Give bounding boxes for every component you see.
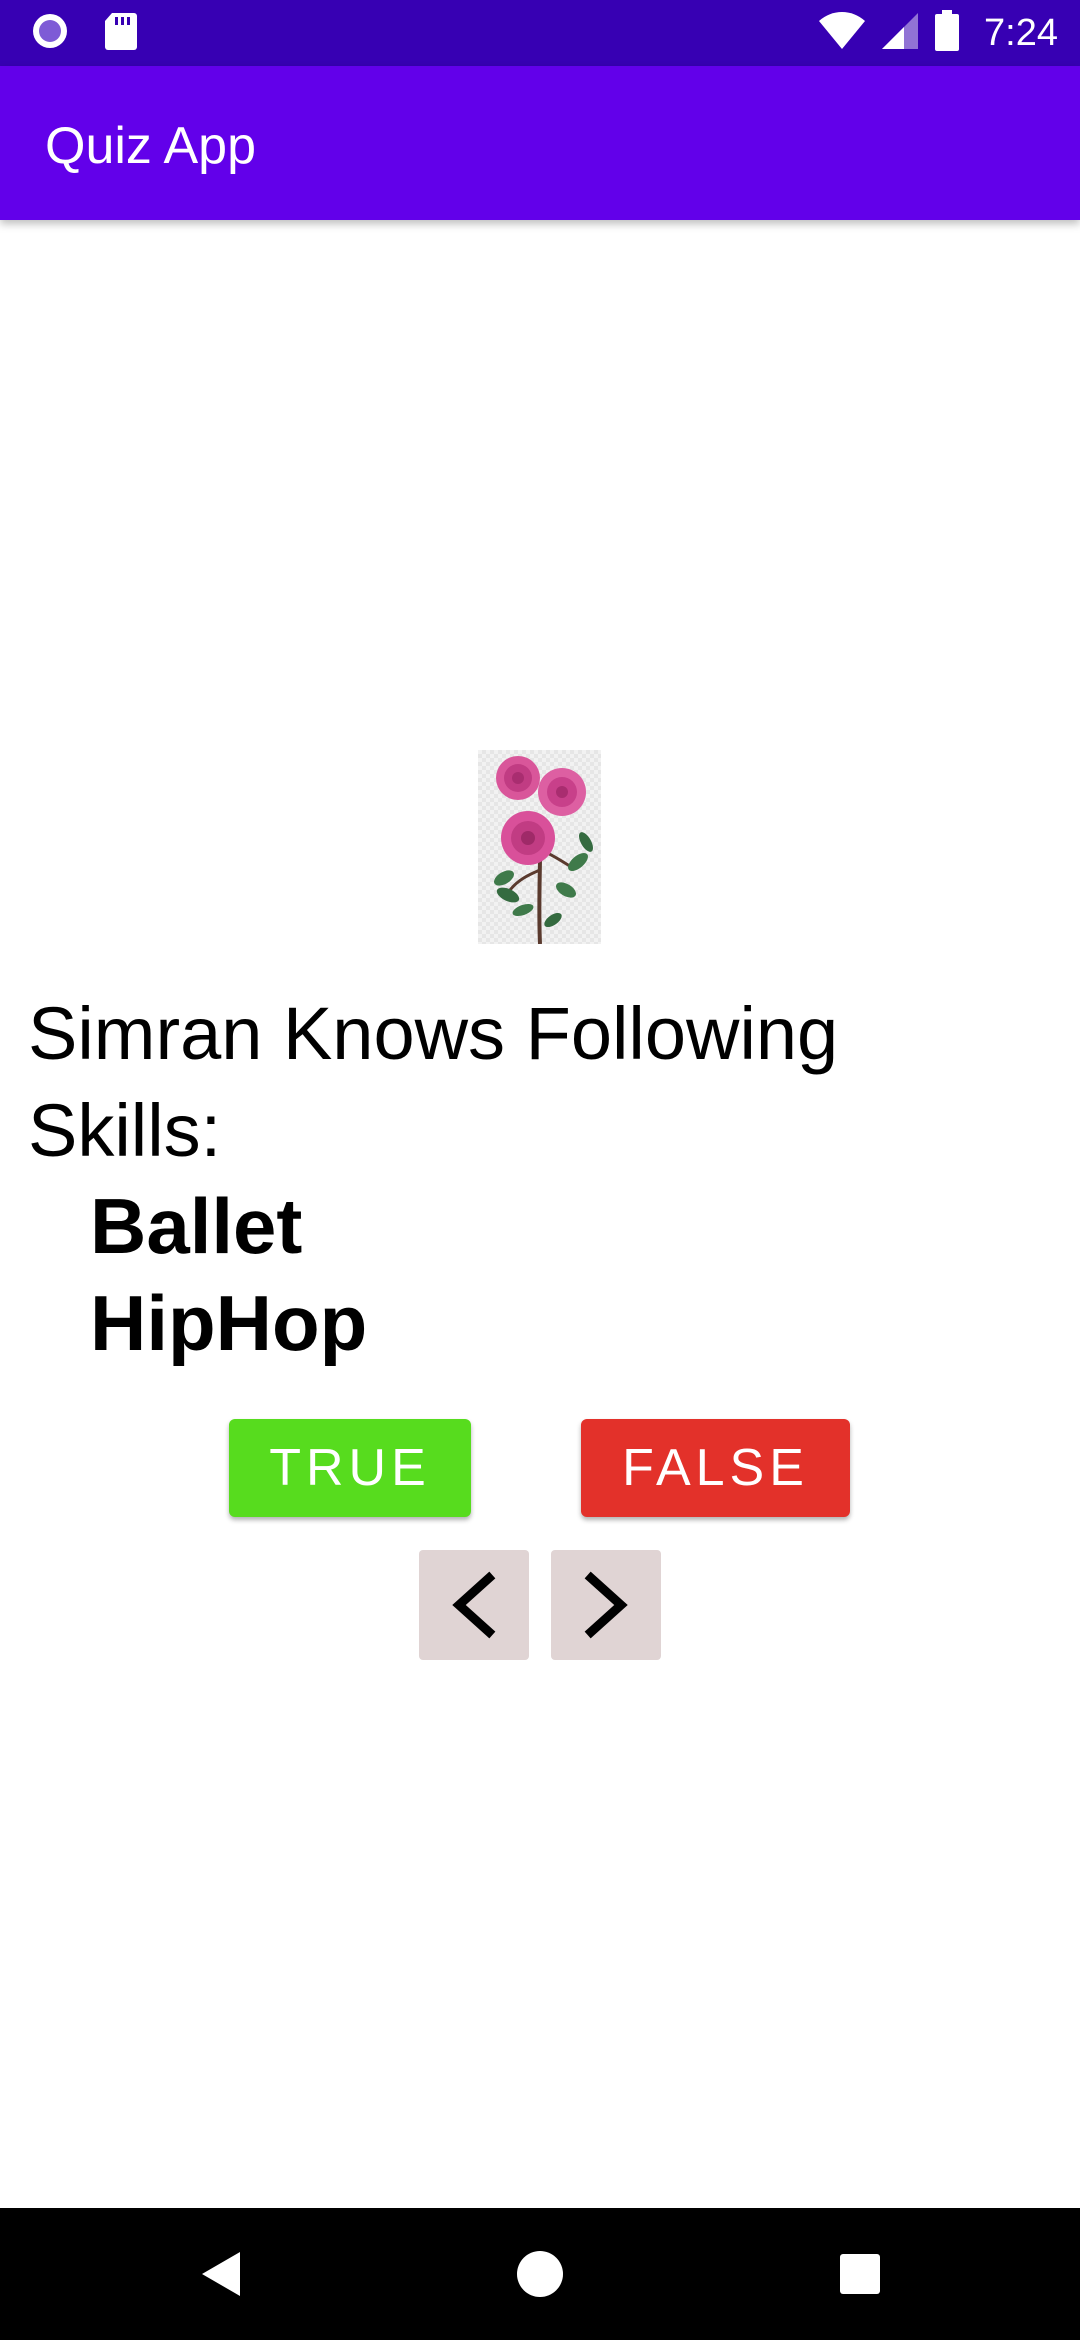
sd-card-icon: [104, 11, 138, 56]
signal-icon: [880, 11, 920, 56]
next-button[interactable]: [551, 1550, 661, 1660]
status-right-icons: 7:24: [818, 8, 1058, 58]
previous-button[interactable]: [419, 1550, 529, 1660]
battery-icon: [934, 9, 960, 57]
skills-list: Ballet HipHop: [90, 1178, 367, 1372]
status-left-icons: [30, 12, 138, 54]
system-recents-button[interactable]: [790, 2208, 930, 2340]
status-time: 7:24: [984, 11, 1058, 54]
home-circle-icon: [517, 2251, 563, 2297]
skill-item: Ballet: [90, 1182, 303, 1270]
recents-square-icon: [840, 2254, 880, 2294]
back-triangle-icon: [202, 2252, 240, 2296]
wifi-icon: [818, 11, 866, 56]
system-nav-bar: [0, 2208, 1080, 2340]
chevron-right-icon: [584, 1571, 628, 1639]
question-line-1: Simran Knows Following: [28, 992, 839, 1075]
status-bar: 7:24: [0, 0, 1080, 66]
question-line-2: Skills:: [28, 1089, 222, 1172]
app-bar: Quiz App: [0, 66, 1080, 220]
question-text: Simran Knows Following Skills:: [28, 985, 1048, 1179]
quiz-screen: 7:24 Quiz App Simran Knows Following Ski…: [0, 0, 1080, 2340]
question-image: [478, 750, 601, 945]
system-home-button[interactable]: [470, 2208, 610, 2340]
system-back-button[interactable]: [152, 2208, 292, 2340]
rose-flower-icon: [494, 756, 594, 945]
chevron-left-icon: [452, 1571, 496, 1639]
skill-item: HipHop: [90, 1279, 368, 1367]
true-button[interactable]: TRUE: [229, 1419, 471, 1517]
app-title: Quiz App: [45, 117, 257, 175]
false-button[interactable]: FALSE: [581, 1419, 850, 1517]
record-icon: [30, 11, 70, 56]
